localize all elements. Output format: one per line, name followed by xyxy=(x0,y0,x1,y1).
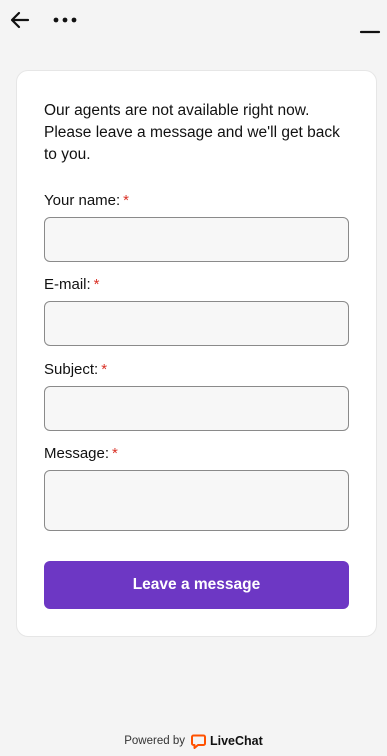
name-input[interactable] xyxy=(44,217,349,262)
name-label-text: Your name: xyxy=(44,192,121,209)
required-marker: * xyxy=(123,192,130,209)
more-horizontal-icon xyxy=(53,17,77,23)
email-label-text: E-mail: xyxy=(44,276,91,293)
required-marker: * xyxy=(101,361,108,378)
message-textarea[interactable] xyxy=(44,470,349,531)
more-options-button[interactable] xyxy=(50,6,80,34)
required-marker: * xyxy=(93,276,100,293)
subject-label: Subject: * xyxy=(44,361,107,378)
offline-intro-text: Our agents are not available right now. … xyxy=(44,102,340,163)
message-label-text: Message: xyxy=(44,445,110,462)
chat-bubble-icon xyxy=(190,734,206,749)
arrow-left-icon xyxy=(10,11,30,29)
minimize-button[interactable] xyxy=(356,14,384,42)
brand-name: LiveChat xyxy=(209,734,263,748)
subject-input[interactable] xyxy=(44,386,349,431)
leave-message-button[interactable]: Leave a message xyxy=(44,561,349,609)
offline-message-card: Our agents are not available right now. … xyxy=(16,70,377,637)
email-input[interactable] xyxy=(44,301,349,346)
top-bar xyxy=(0,0,387,42)
livechat-brand[interactable]: LiveChat xyxy=(190,734,263,749)
footer: Powered by LiveChat xyxy=(0,731,387,751)
name-label: Your name: * xyxy=(44,192,129,209)
required-marker: * xyxy=(112,445,118,462)
powered-by-text: Powered by xyxy=(124,735,185,747)
back-button[interactable] xyxy=(6,6,34,34)
message-label: Message: * xyxy=(44,445,118,462)
email-label: E-mail: * xyxy=(44,276,100,293)
subject-label-text: Subject: xyxy=(44,361,99,378)
minimize-icon xyxy=(359,30,381,34)
